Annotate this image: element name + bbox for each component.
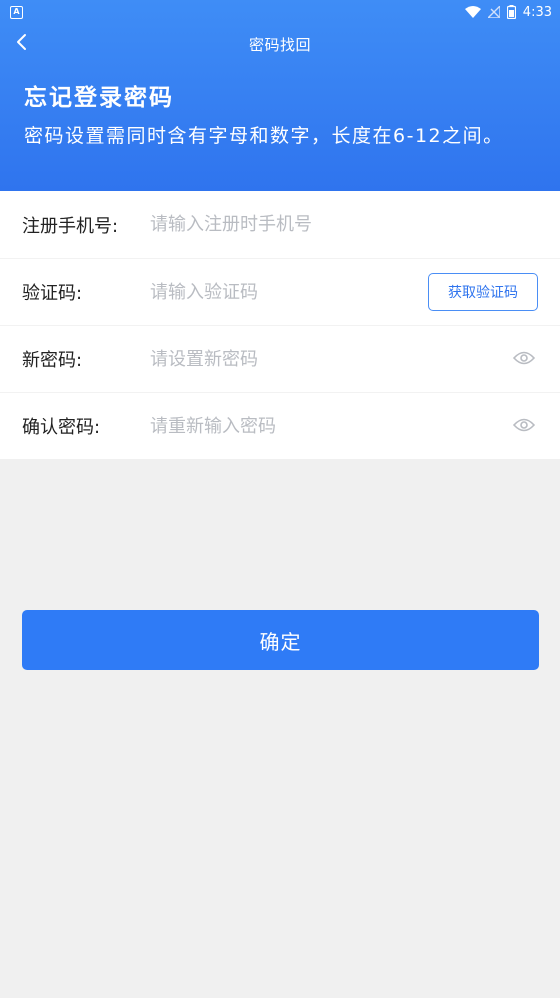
- code-label: 验证码:: [22, 283, 83, 304]
- header-banner: A 4:33 密码找回 忘记登录密码 密码设置需同时含有字母和数字，长度在6-1…: [0, 0, 560, 191]
- status-time: 4:33: [522, 4, 552, 20]
- confirm-password-label: 确认密码:: [22, 417, 101, 438]
- eye-icon: [512, 417, 536, 436]
- code-input[interactable]: [150, 272, 428, 312]
- status-bar: A 4:33: [0, 0, 560, 24]
- confirm-button[interactable]: 确定: [22, 610, 539, 670]
- chevron-left-icon: [16, 33, 28, 55]
- toggle-new-password-visibility[interactable]: [510, 345, 538, 373]
- back-button[interactable]: [8, 28, 36, 60]
- code-row: 验证码: 获取验证码: [0, 258, 560, 325]
- confirm-password-input[interactable]: [150, 406, 510, 446]
- new-password-label: 新密码:: [22, 350, 83, 371]
- hero-description: 密码设置需同时含有字母和数字，长度在6-12之间。: [24, 125, 504, 147]
- phone-input[interactable]: [150, 204, 538, 245]
- page-title: 密码找回: [248, 35, 311, 54]
- nav-bar: 密码找回: [0, 24, 560, 64]
- toggle-confirm-password-visibility[interactable]: [510, 412, 538, 440]
- wifi-icon: [464, 6, 481, 18]
- app-notification-icon: A: [10, 5, 23, 19]
- battery-icon: [506, 5, 516, 19]
- confirm-password-row: 确认密码:: [0, 392, 560, 459]
- phone-row: 注册手机号:: [0, 191, 560, 258]
- eye-icon: [512, 350, 536, 369]
- no-signal-icon: [487, 6, 500, 18]
- get-code-button[interactable]: 获取验证码: [428, 273, 538, 311]
- status-right: 4:33: [464, 4, 552, 20]
- hero-title: 忘记登录密码: [24, 85, 174, 111]
- new-password-row: 新密码:: [0, 325, 560, 392]
- phone-label: 注册手机号:: [22, 215, 119, 237]
- reset-password-form: 注册手机号: 验证码: 获取验证码 新密码: 确认密码:: [0, 191, 560, 459]
- status-left: A: [10, 5, 23, 19]
- new-password-input[interactable]: [150, 339, 510, 379]
